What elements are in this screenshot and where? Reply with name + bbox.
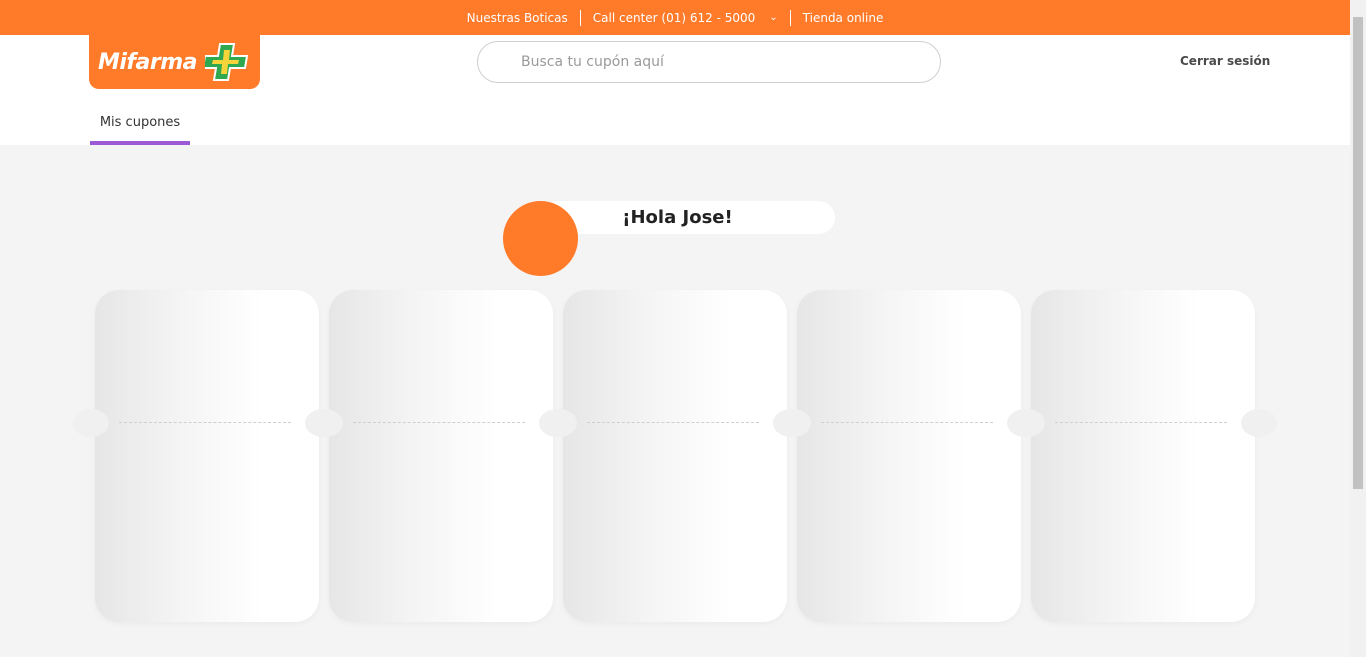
- top-bar: Nuestras Boticas Call center (01) 612 - …: [0, 0, 1350, 35]
- coupon-divider: [353, 422, 525, 423]
- coupon-notch: [541, 409, 577, 437]
- logout-link[interactable]: Cerrar sesión: [1180, 54, 1270, 68]
- greeting-text: ¡Hola Jose!: [622, 207, 733, 228]
- scrollbar[interactable]: [1350, 0, 1366, 657]
- coupon-notch: [73, 409, 109, 437]
- chevron-down-icon: ⌄: [769, 12, 778, 23]
- page: Nuestras Boticas Call center (01) 612 - …: [0, 0, 1350, 657]
- coupon-divider: [119, 422, 291, 423]
- plus-cross-icon: [205, 43, 249, 81]
- coupon-card[interactable]: [775, 290, 1043, 622]
- coupon-card[interactable]: [541, 290, 809, 622]
- call-center-label: Call center (01) 612 - 5000: [592, 10, 756, 25]
- logo-text: Mifarma: [98, 49, 197, 75]
- coupon-divider: [821, 422, 993, 423]
- coupon-card[interactable]: [307, 290, 575, 622]
- greeting-banner: ¡Hola Jose!: [540, 201, 835, 234]
- search-input[interactable]: [521, 42, 940, 82]
- coupon-divider: [1055, 422, 1227, 423]
- tab-my-coupons[interactable]: Mis cupones: [90, 99, 190, 145]
- coupon-divider: [587, 422, 759, 423]
- coupon-card[interactable]: [1009, 290, 1277, 622]
- coupon-notch: [775, 409, 811, 437]
- scrollbar-thumb[interactable]: [1353, 17, 1363, 489]
- stores-link[interactable]: Nuestras Boticas: [455, 11, 580, 25]
- coupon-card[interactable]: [73, 290, 341, 622]
- coupon-search[interactable]: [477, 41, 941, 83]
- avatar: [503, 201, 578, 276]
- coupon-notch: [307, 409, 343, 437]
- header: Mifarma Cerrar sesión Mis cupones: [0, 35, 1350, 145]
- tab-active-indicator: [90, 141, 190, 145]
- mifarma-logo[interactable]: Mifarma: [89, 35, 260, 89]
- call-center-dropdown[interactable]: Call center (01) 612 - 5000 ⌄: [581, 11, 790, 25]
- online-store-link[interactable]: Tienda online: [791, 11, 896, 25]
- coupon-notch: [1009, 409, 1045, 437]
- coupon-notch: [1241, 409, 1277, 437]
